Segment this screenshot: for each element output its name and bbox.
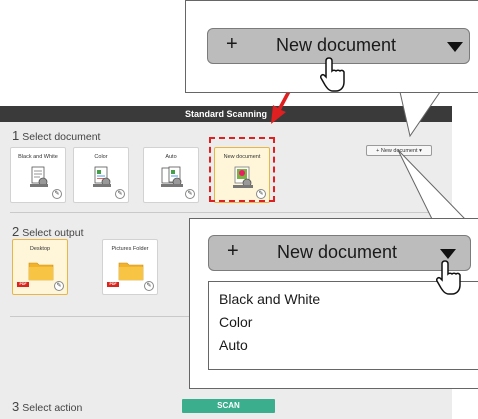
callout-new-document-menu: + New document Black and White Color Aut…: [189, 218, 478, 389]
new-document-label: New document: [277, 242, 398, 262]
callout-new-document-button: + New document: [185, 0, 478, 93]
dropdown-triangle-icon: [447, 42, 463, 52]
plus-icon: +: [227, 240, 239, 262]
menu-item-color[interactable]: Color: [219, 314, 252, 330]
new-document-dropdown-open[interactable]: + New document: [208, 235, 471, 271]
mouse-cursor-icon: [320, 57, 345, 92]
dropdown-triangle-icon: [440, 249, 456, 259]
mouse-cursor-icon: [436, 260, 461, 295]
plus-icon: +: [226, 33, 238, 55]
menu-item-auto[interactable]: Auto: [219, 337, 248, 353]
menu-item-black-and-white[interactable]: Black and White: [219, 291, 320, 307]
new-document-label: New document: [276, 35, 397, 55]
